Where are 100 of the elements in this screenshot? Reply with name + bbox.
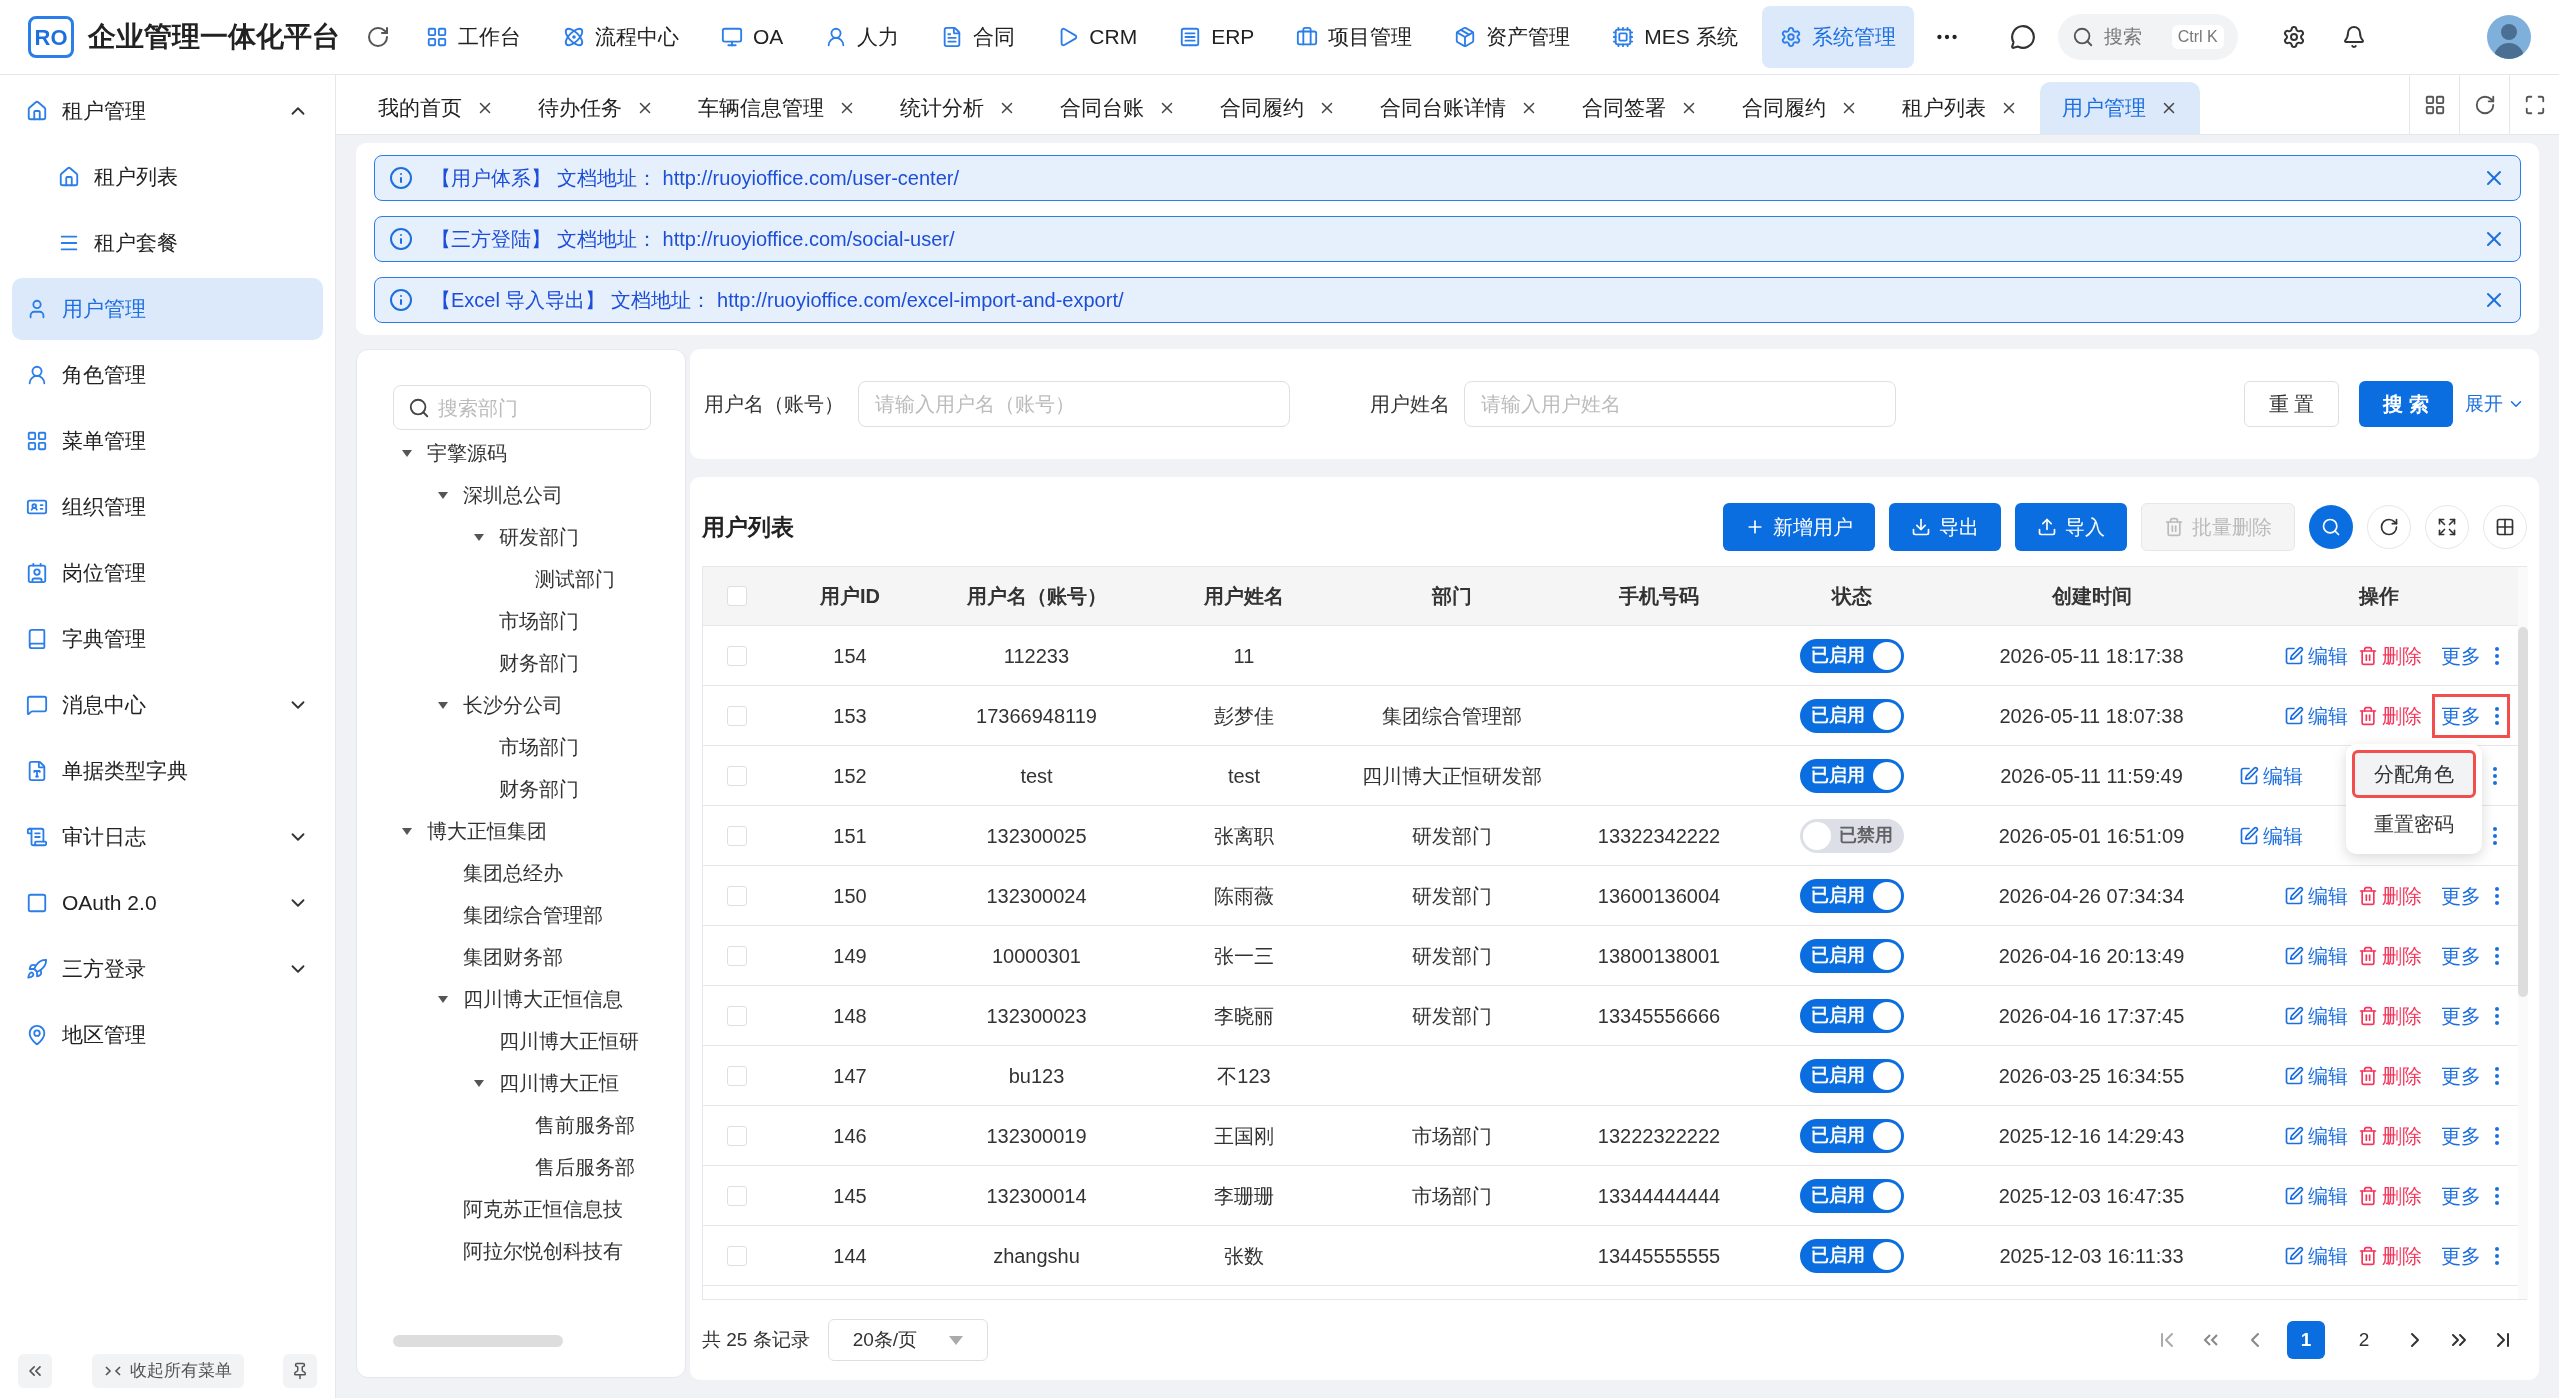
tree-node[interactable]: 深圳总公司 [393, 474, 665, 516]
tab[interactable]: 合同签署 [1560, 82, 1720, 134]
nav-item[interactable]: OA [703, 6, 802, 68]
more-link[interactable]: 更多 [2432, 1053, 2510, 1098]
tree-node[interactable]: 市场部门 [393, 600, 665, 642]
reset-button[interactable]: 重 置 [2243, 381, 2340, 427]
tree-node[interactable]: 售后服务部 [393, 1146, 665, 1188]
refresh-icon[interactable] [366, 25, 390, 49]
status-switch[interactable]: 已启用 [1799, 698, 1904, 733]
tree-node[interactable]: 售前服务部 [393, 1104, 665, 1146]
doc-link[interactable]: http://ruoyioffice.com/social-user/ [662, 224, 955, 254]
tree-node[interactable]: 测试部门 [393, 558, 665, 600]
more-link[interactable]: 更多 [2432, 693, 2510, 738]
edit-link[interactable]: 编辑 [2239, 760, 2303, 791]
settings-icon[interactable] [2281, 25, 2306, 49]
checkbox[interactable] [727, 1065, 747, 1086]
status-switch[interactable]: 已启用 [1799, 1238, 1904, 1273]
tab[interactable]: 合同履约 [1720, 82, 1880, 134]
nav-item[interactable]: 人力 [807, 6, 918, 68]
nav-item[interactable]: 资产管理 [1436, 6, 1589, 68]
checkbox[interactable] [727, 705, 747, 726]
nav-item[interactable]: MES 系统 [1594, 6, 1756, 68]
doc-link[interactable]: http://ruoyioffice.com/user-center/ [662, 163, 959, 193]
nav-item[interactable]: 流程中心 [545, 6, 697, 68]
kebab-icon[interactable] [2493, 766, 2497, 785]
edit-link[interactable]: 编辑 [2284, 940, 2348, 971]
menu-item[interactable]: 重置密码 [2352, 799, 2476, 848]
edit-link[interactable]: 编辑 [2284, 1180, 2348, 1211]
more-link[interactable]: 更多 [2432, 633, 2510, 678]
sidebar-item[interactable]: 组织管理 [12, 476, 323, 538]
status-switch[interactable]: 已启用 [1799, 998, 1904, 1033]
checkbox[interactable] [727, 1245, 747, 1266]
sidebar-item[interactable]: OAuth 2.0 [12, 872, 323, 934]
toolbar-button[interactable]: 新增用户 [1723, 503, 1875, 551]
checkbox[interactable] [727, 1125, 747, 1146]
checkbox[interactable] [727, 1185, 747, 1206]
tree-node[interactable]: 阿克苏正恒信息技 [393, 1188, 665, 1230]
grid-icon[interactable] [2423, 93, 2446, 116]
nav-item[interactable]: 项目管理 [1278, 6, 1431, 68]
sidebar-item[interactable]: 租户列表 [12, 146, 323, 208]
tree-node[interactable]: 研发部门 [393, 516, 665, 558]
search-field[interactable]: 搜索 Ctrl K [2057, 14, 2238, 60]
more-link[interactable]: 更多 [2432, 933, 2510, 978]
status-switch[interactable]: 已启用 [1799, 938, 1904, 973]
tree-node[interactable]: 市场部门 [393, 726, 665, 768]
sidebar-item[interactable]: 消息中心 [12, 674, 323, 736]
delete-link[interactable]: 删除 [2358, 700, 2422, 731]
nav-item[interactable]: CRM [1039, 6, 1156, 68]
edit-link[interactable]: 编辑 [2284, 1120, 2348, 1151]
sidebar-item[interactable]: 审计日志 [12, 806, 323, 868]
more-link[interactable]: 更多 [2432, 1173, 2510, 1218]
edit-link[interactable]: 编辑 [2284, 1240, 2348, 1271]
scrollbar[interactable] [393, 1335, 563, 1347]
sidebar-item[interactable]: 租户套餐 [12, 212, 323, 274]
tab[interactable]: 租户列表 [1880, 82, 2040, 134]
nav-item[interactable]: 工作台 [408, 6, 539, 68]
tree-node[interactable]: 宇擎源码 [393, 432, 665, 474]
checkbox[interactable] [727, 586, 747, 606]
toolbar-button[interactable]: 导出 [1889, 503, 2001, 551]
toolbar-button[interactable]: 导入 [2015, 503, 2127, 551]
tree-node[interactable]: 集团财务部 [393, 936, 665, 978]
delete-link[interactable]: 删除 [2358, 1000, 2422, 1031]
search-button[interactable]: 搜 索 [2359, 381, 2453, 427]
kebab-icon[interactable] [2493, 826, 2497, 845]
delete-link[interactable]: 删除 [2358, 880, 2422, 911]
edit-link[interactable]: 编辑 [2284, 1060, 2348, 1091]
more-link[interactable]: 更多 [2432, 1113, 2510, 1158]
tree-node[interactable]: 阿拉尔悦创科技有 [393, 1230, 665, 1272]
delete-link[interactable]: 删除 [2358, 1060, 2422, 1091]
checkbox[interactable] [727, 945, 747, 966]
collapse-all-button[interactable]: 收起所有菜单 [91, 1354, 244, 1388]
tree-node[interactable]: 四川博大正恒研 [393, 1020, 665, 1062]
menu-item[interactable]: 分配角色 [2352, 749, 2476, 798]
bell-icon[interactable] [2341, 25, 2366, 49]
tab[interactable]: 我的首页 [356, 82, 516, 134]
checkbox[interactable] [727, 885, 747, 906]
delete-link[interactable]: 删除 [2358, 1180, 2422, 1211]
tree-node[interactable]: 博大正恒集团 [393, 810, 665, 852]
nav-item[interactable]: 合同 [923, 6, 1034, 68]
tree-node[interactable]: 财务部门 [393, 642, 665, 684]
status-switch[interactable]: 已启用 [1799, 878, 1904, 913]
checkbox[interactable] [727, 1005, 747, 1026]
doc-link[interactable]: http://ruoyioffice.com/excel-import-and-export/ [717, 285, 1124, 315]
checkbox[interactable] [727, 825, 747, 846]
status-switch[interactable]: 已启用 [1799, 758, 1904, 793]
nav-item[interactable]: ERP [1161, 6, 1273, 68]
status-switch[interactable]: 已启用 [1799, 1118, 1904, 1153]
status-switch[interactable]: 已启用 [1799, 1178, 1904, 1213]
sidebar-item[interactable]: 角色管理 [12, 344, 323, 406]
scrollbar[interactable] [2518, 627, 2528, 997]
delete-link[interactable]: 删除 [2358, 1120, 2422, 1151]
status-switch[interactable]: 已启用 [1799, 638, 1904, 673]
pin-button[interactable] [283, 1354, 317, 1388]
tree-node[interactable]: 四川博大正恒信息 [393, 978, 665, 1020]
tab[interactable]: 合同台账 [1038, 82, 1198, 134]
page-size-select[interactable]: 20条/页 [827, 1319, 988, 1361]
more-link[interactable]: 更多 [2432, 873, 2510, 918]
tree-node[interactable]: 集团总经办 [393, 852, 665, 894]
edit-link[interactable]: 编辑 [2284, 640, 2348, 671]
refresh-icon[interactable] [2473, 93, 2496, 116]
